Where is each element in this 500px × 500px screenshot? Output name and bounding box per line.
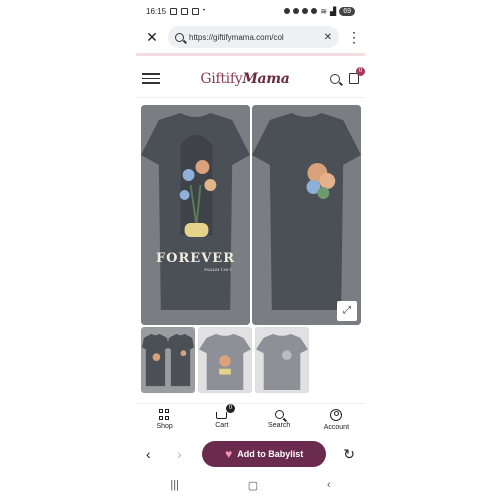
reload-icon[interactable]: ↻ xyxy=(343,446,355,463)
status-time: 16:15 xyxy=(146,6,167,16)
browser-toolbar: ‹ › ♥ Add to Babylist ↻ xyxy=(136,438,365,470)
home-icon[interactable]: ▢ xyxy=(248,479,258,492)
vibrate-icon xyxy=(302,8,309,14)
thumbnail-2[interactable] xyxy=(198,327,252,393)
babylist-label: Add to Babylist xyxy=(237,449,304,459)
cart-icon xyxy=(216,412,228,419)
recent-apps-icon[interactable]: ||| xyxy=(170,479,179,491)
nav-label: Shop xyxy=(156,423,173,430)
grid-icon xyxy=(159,409,170,420)
tshirt-back-illustration xyxy=(141,105,250,325)
nav-search[interactable]: Search xyxy=(254,410,304,429)
cart-badge: 0 xyxy=(225,404,235,413)
system-navigation-bar: ||| ▢ ‹ xyxy=(136,474,365,496)
dot-icon: • xyxy=(203,8,206,14)
nav-label: Account xyxy=(323,423,350,431)
battery-indicator: 69 xyxy=(339,6,355,16)
thumbnail-1[interactable] xyxy=(141,327,195,393)
hamburger-menu-icon[interactable] xyxy=(142,73,160,84)
bottom-navigation: Shop 0 Cart Search Account xyxy=(136,403,365,435)
wifi-icon: ≋ xyxy=(320,6,328,16)
back-arrow-icon[interactable]: ‹ xyxy=(146,446,160,462)
product-image-back[interactable]: FOREVER PSALM 136:1 xyxy=(141,105,250,325)
thumbnail-strip xyxy=(141,327,309,393)
nav-account[interactable]: Account xyxy=(311,408,361,431)
search-icon xyxy=(274,410,284,419)
add-to-babylist-button[interactable]: ♥ Add to Babylist xyxy=(202,441,327,467)
signal-icon: ▟ xyxy=(330,6,337,16)
forever-text: FOREVER xyxy=(155,251,236,266)
search-icon[interactable] xyxy=(329,73,340,84)
kebab-menu-icon[interactable]: ⋮ xyxy=(347,29,361,46)
dnd-icon xyxy=(284,8,291,14)
thumbnail-image xyxy=(256,328,308,392)
url-text: https://giftifymama.com/col xyxy=(189,32,284,42)
thumbnail-image xyxy=(142,328,194,392)
notification-icon xyxy=(170,7,178,15)
product-gallery[interactable]: FOREVER PSALM 136:1 ⤢ xyxy=(141,105,361,325)
forward-arrow-icon[interactable]: › xyxy=(177,446,191,462)
thumbnail-image xyxy=(199,328,251,392)
product-image-front[interactable]: ⤢ xyxy=(252,105,361,325)
site-header: GiftifyMama 0 xyxy=(136,60,365,98)
clear-url-icon[interactable]: ✕ xyxy=(324,32,332,43)
search-icon xyxy=(175,32,184,42)
sync-icon xyxy=(293,8,300,14)
divider xyxy=(136,53,365,56)
cart-icon[interactable]: 0 xyxy=(348,67,365,84)
account-icon xyxy=(330,408,343,421)
thumbnail-3[interactable] xyxy=(255,327,309,393)
tshirt-front-illustration xyxy=(252,105,361,325)
location-icon xyxy=(311,8,318,14)
nav-label: Cart xyxy=(215,422,229,429)
notification-icon xyxy=(192,7,200,15)
expand-icon[interactable]: ⤢ xyxy=(337,301,357,321)
status-bar: 16:15 • ≋ ▟ 69 xyxy=(136,0,365,22)
heart-icon: ♥ xyxy=(225,447,233,461)
notification-icon xyxy=(181,7,189,15)
site-logo[interactable]: GiftifyMama xyxy=(200,71,290,87)
phone-screen: 16:15 • ≋ ▟ 69 ✕ https://giftifymama.com… xyxy=(136,0,365,500)
browser-url-bar: ✕ https://giftifymama.com/col ✕ ⋮ xyxy=(136,22,365,52)
nav-cart[interactable]: 0 Cart xyxy=(197,404,247,429)
close-icon[interactable]: ✕ xyxy=(144,29,160,46)
url-field[interactable]: https://giftifymama.com/col ✕ xyxy=(168,26,339,48)
nav-label: Search xyxy=(268,422,291,429)
back-icon[interactable]: ‹ xyxy=(327,479,331,491)
cart-count-badge: 0 xyxy=(355,67,365,76)
psalm-text: PSALM 136:1 xyxy=(204,267,232,272)
nav-shop[interactable]: Shop xyxy=(140,409,190,430)
